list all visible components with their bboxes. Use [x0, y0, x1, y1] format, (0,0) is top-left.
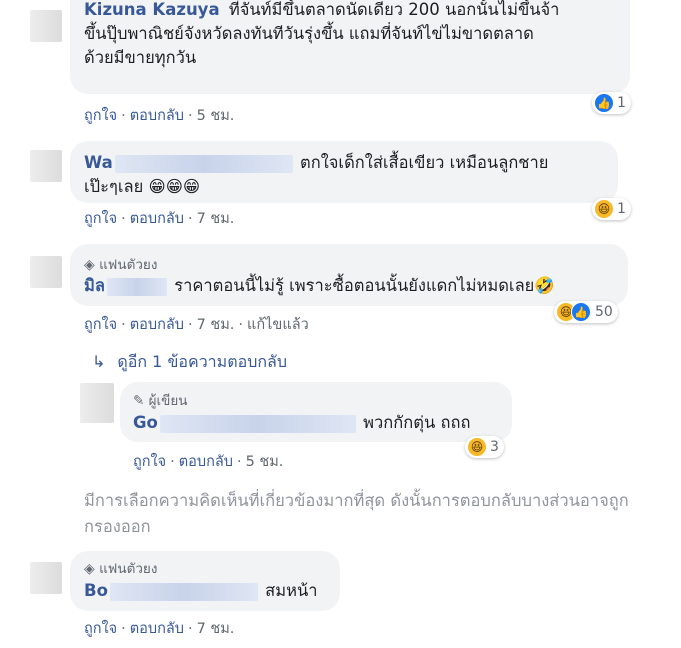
reply-link[interactable]: ตอบกลับ: [130, 621, 184, 637]
reply-link[interactable]: ตอบกลับ: [179, 454, 233, 470]
comment-text: มิล ราคาตอนนี้ไม่รู้ เพราะซื้อตอนนั้นยัง…: [84, 274, 555, 298]
filter-notice: มีการเลือกความคิดเห็นที่เกี่ยวข้องมากที่…: [84, 491, 629, 536]
avatar[interactable]: [30, 10, 62, 42]
reply-link[interactable]: ตอบกลับ: [130, 317, 184, 333]
timestamp[interactable]: 5 ชม.: [246, 454, 284, 470]
comment-line: เป๊ะๆเลย 😁😁😁: [84, 177, 201, 196]
reaction-summary[interactable]: 👍 1: [592, 92, 631, 114]
like-icon: 👍: [571, 302, 591, 322]
comment-text: Bo สมหน้า: [84, 579, 318, 603]
comment-actions: ถูกใจ · ตอบกลับ · 7 ชม. · แก้ไขแล้ว: [84, 317, 309, 333]
more-replies-link[interactable]: ↳ ดูอีก 1 ข้อความตอบกลับ: [92, 350, 287, 375]
diamond-icon: ◈: [84, 257, 95, 273]
haha-icon: 😆: [595, 200, 613, 218]
like-link[interactable]: ถูกใจ: [133, 454, 166, 470]
pencil-icon: ✎: [133, 393, 145, 409]
haha-icon: 😆: [468, 438, 486, 456]
comment-text: Kizuna Kazuya ที่จันท์มีขึ้นตลาดนัดเดียว…: [84, 0, 559, 22]
comment-text: Wa ตกใจเด็กใส่เสื้อเขียว เหมือนลูกชาย: [84, 151, 548, 175]
comment-actions: ถูกใจ · ตอบกลับ · 7 ชม.: [84, 621, 235, 637]
blurred-name: [114, 154, 293, 173]
comment-line: ด้วยมีขายทุกวัน: [84, 48, 197, 67]
comment-line: พวกกักตุ่น ถถถ: [363, 413, 471, 432]
top-fan-badge: ◈ แฟนตัวยง: [84, 561, 158, 577]
reaction-count: 50: [595, 304, 613, 320]
commenter-name[interactable]: มิล: [84, 276, 105, 295]
commenter-name[interactable]: Bo: [84, 581, 108, 600]
reply-text: Go พวกกักตุ่น ถถถ: [133, 411, 470, 435]
like-link[interactable]: ถูกใจ: [84, 317, 117, 333]
like-link[interactable]: ถูกใจ: [84, 211, 117, 227]
reaction-summary[interactable]: 😆 👍 50: [554, 301, 618, 323]
comment-line: ราคาตอนนี้ไม่รู้ เพราะซื้อตอนนั้นยังแดกไ…: [174, 276, 555, 295]
timestamp[interactable]: 5 ชม.: [197, 108, 235, 124]
like-link[interactable]: ถูกใจ: [84, 621, 117, 637]
reply-arrow-icon: ↳: [92, 352, 106, 371]
like-icon: 👍: [595, 94, 613, 112]
reply-actions: ถูกใจ · ตอบกลับ · 5 ชม.: [133, 454, 284, 470]
reply-link[interactable]: ตอบกลับ: [130, 211, 184, 227]
commenter-name[interactable]: Go: [133, 413, 158, 432]
timestamp[interactable]: 7 ชม.: [197, 211, 235, 227]
top-fan-badge: ◈ แฟนตัวยง: [84, 257, 158, 273]
comment-line: ที่จันท์มีขึ้นตลาดนัดเดียว 200 นอกนั้นไม…: [228, 0, 560, 19]
diamond-icon: ◈: [84, 561, 95, 577]
comment-line: ขึ้นปุ๊บพาณิชย์จังหวัดลงทันทีวันรุ่งขึ้น…: [84, 24, 534, 43]
reaction-summary[interactable]: 😆 3: [465, 436, 504, 458]
author-badge: ✎ ผู้เขียน: [133, 393, 188, 409]
blurred-name: [109, 582, 258, 601]
blurred-name: [107, 277, 167, 296]
blurred-name: [159, 414, 356, 433]
edited-label[interactable]: แก้ไขแล้ว: [247, 317, 309, 333]
timestamp[interactable]: 7 ชม.: [197, 621, 235, 637]
comment-line: ตกใจเด็กใส่เสื้อเขียว เหมือนลูกชาย: [300, 153, 549, 172]
commenter-name[interactable]: Wa: [84, 153, 113, 172]
reaction-count: 1: [617, 201, 626, 217]
comment-actions: ถูกใจ · ตอบกลับ · 7 ชม.: [84, 211, 235, 227]
reaction-count: 3: [490, 439, 499, 455]
avatar[interactable]: [80, 383, 114, 423]
avatar[interactable]: [30, 256, 62, 288]
reply-link[interactable]: ตอบกลับ: [130, 108, 184, 124]
avatar[interactable]: [30, 562, 62, 594]
timestamp[interactable]: 7 ชม.: [197, 317, 235, 333]
avatar[interactable]: [30, 150, 62, 182]
comment-line: สมหน้า: [265, 581, 318, 600]
commenter-name[interactable]: Kizuna Kazuya: [84, 0, 220, 19]
reaction-count: 1: [617, 95, 626, 111]
like-link[interactable]: ถูกใจ: [84, 108, 117, 124]
reaction-summary[interactable]: 😆 1: [592, 198, 631, 220]
comment-actions: ถูกใจ · ตอบกลับ · 5 ชม.: [84, 108, 235, 124]
